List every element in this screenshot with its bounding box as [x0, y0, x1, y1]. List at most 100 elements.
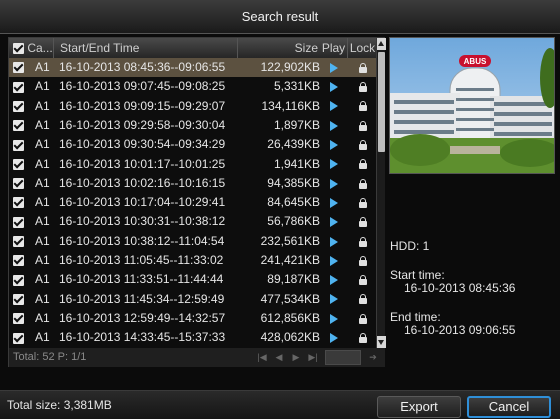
table-header: Ca... Start/End Time Size Play Lock: [9, 38, 377, 58]
row-checkbox-icon[interactable]: [13, 139, 24, 151]
row-size: 122,902KB: [260, 60, 320, 74]
row-camera: A1: [35, 272, 50, 287]
play-icon[interactable]: [330, 217, 338, 228]
header-size[interactable]: Size: [238, 38, 320, 58]
prev-page-icon[interactable]: ◀: [272, 351, 286, 364]
row-checkbox-icon[interactable]: [13, 313, 24, 325]
row-size: 477,534KB: [260, 291, 320, 306]
lock-icon[interactable]: [358, 275, 367, 286]
scroll-up-icon[interactable]: [377, 38, 386, 50]
row-checkbox-icon[interactable]: [13, 197, 24, 209]
play-icon[interactable]: [330, 62, 338, 73]
lock-icon[interactable]: [358, 236, 367, 247]
lock-icon[interactable]: [358, 101, 367, 112]
scroll-down-icon[interactable]: [377, 336, 386, 348]
play-icon[interactable]: [330, 120, 338, 131]
row-checkbox-icon[interactable]: [13, 81, 24, 93]
play-icon[interactable]: [330, 294, 338, 305]
play-icon[interactable]: [330, 178, 338, 189]
row-size: 241,421KB: [260, 253, 320, 267]
start-time-label: Start time:: [390, 268, 445, 282]
search-result-table: Ca... Start/End Time Size Play Lock A1 16…: [8, 37, 386, 367]
row-camera: A1: [35, 195, 50, 210]
table-row[interactable]: A1 16-10-2013 09:09:15--09:29:07 134,116KB: [9, 97, 377, 116]
first-page-icon[interactable]: |◀: [255, 351, 269, 364]
table-row[interactable]: A1 16-10-2013 09:30:54--09:34:29 26,439KB: [9, 135, 377, 154]
row-camera: A1: [35, 233, 50, 248]
row-checkbox-icon[interactable]: [13, 255, 24, 267]
table-row[interactable]: A1 16-10-2013 12:59:49--14:32:57 612,856KB: [9, 309, 377, 328]
page-number-input[interactable]: [325, 350, 361, 365]
lock-icon[interactable]: [358, 120, 367, 131]
lock-icon[interactable]: [358, 140, 367, 151]
row-time: 16-10-2013 10:02:16--10:16:15: [59, 175, 226, 190]
lock-icon[interactable]: [358, 313, 367, 324]
play-icon[interactable]: [330, 313, 338, 324]
row-checkbox-icon[interactable]: [13, 236, 24, 248]
bottom-bar: Total size: 3,381MB Export Cancel: [0, 390, 560, 419]
table-row[interactable]: A1 16-10-2013 11:05:45--11:33:02 241,421KB: [9, 251, 377, 270]
table-row[interactable]: A1 16-10-2013 14:33:45--15:37:33 428,062KB: [9, 328, 377, 347]
play-icon[interactable]: [330, 140, 338, 151]
play-icon[interactable]: [330, 275, 338, 286]
header-camera[interactable]: Ca...: [9, 38, 54, 58]
row-camera: A1: [35, 291, 50, 306]
lock-icon[interactable]: [358, 178, 367, 189]
table-scrollbar[interactable]: [376, 38, 386, 348]
row-checkbox-icon[interactable]: [13, 274, 24, 286]
table-row[interactable]: A1 16-10-2013 10:17:04--10:29:41 84,645KB: [9, 193, 377, 212]
export-button[interactable]: Export: [377, 396, 461, 418]
select-all-checkbox-icon[interactable]: [13, 43, 24, 55]
table-row[interactable]: A1 16-10-2013 09:29:58--09:30:04 1,897KB: [9, 116, 377, 135]
lock-icon[interactable]: [358, 217, 367, 228]
row-size: 84,645KB: [267, 195, 320, 210]
play-icon[interactable]: [330, 159, 338, 170]
row-checkbox-icon[interactable]: [13, 100, 24, 112]
table-row[interactable]: A1 16-10-2013 11:45:34--12:59:49 477,534KB: [9, 290, 377, 309]
table-row[interactable]: A1 16-10-2013 10:01:17--10:01:25 1,941KB: [9, 155, 377, 174]
row-checkbox-icon[interactable]: [13, 178, 24, 190]
lock-icon[interactable]: [358, 62, 367, 73]
lock-icon[interactable]: [358, 159, 367, 170]
play-icon[interactable]: [330, 333, 338, 344]
row-size: 94,385KB: [267, 175, 320, 190]
next-page-icon[interactable]: ▶: [289, 351, 303, 364]
row-time: 16-10-2013 12:59:49--14:32:57: [59, 310, 226, 325]
lock-icon[interactable]: [358, 197, 367, 208]
play-icon[interactable]: [330, 255, 338, 266]
last-page-icon[interactable]: ▶|: [306, 351, 320, 364]
row-checkbox-icon[interactable]: [13, 293, 24, 305]
lock-icon[interactable]: [358, 333, 367, 344]
row-camera: A1: [35, 253, 50, 267]
row-checkbox-icon[interactable]: [13, 120, 24, 132]
row-checkbox-icon[interactable]: [13, 332, 24, 344]
go-page-icon[interactable]: ➔: [365, 351, 381, 364]
table-row[interactable]: A1 16-10-2013 11:33:51--11:44:44 89,187KB: [9, 270, 377, 289]
play-icon[interactable]: [330, 197, 338, 208]
row-checkbox-icon[interactable]: [13, 158, 24, 170]
row-size: 1,941KB: [273, 156, 320, 171]
play-icon[interactable]: [330, 236, 338, 247]
row-checkbox-icon[interactable]: [13, 216, 24, 228]
row-time: 16-10-2013 10:01:17--10:01:25: [59, 156, 226, 171]
play-icon[interactable]: [330, 82, 338, 93]
scroll-thumb[interactable]: [378, 52, 385, 152]
play-icon[interactable]: [330, 101, 338, 112]
row-size: 56,786KB: [267, 214, 320, 229]
table-row[interactable]: A1 16-10-2013 09:07:45--09:08:25 5,331KB: [9, 77, 377, 96]
lock-icon[interactable]: [358, 294, 367, 305]
end-time-label: End time:: [390, 310, 441, 324]
lock-icon[interactable]: [358, 82, 367, 93]
cancel-button[interactable]: Cancel: [467, 396, 551, 418]
row-size: 134,116KB: [261, 98, 321, 113]
table-row[interactable]: A1 16-10-2013 10:02:16--10:16:15 94,385KB: [9, 174, 377, 193]
table-row[interactable]: A1 16-10-2013 08:45:36--09:06:55 122,902KB: [9, 58, 377, 77]
table-row[interactable]: A1 16-10-2013 10:38:12--11:04:54 232,561KB: [9, 232, 377, 251]
hdd-info: HDD: 1: [390, 239, 430, 253]
lock-icon[interactable]: [358, 255, 367, 266]
table-row[interactable]: A1 16-10-2013 10:30:31--10:38:12 56,786KB: [9, 212, 377, 231]
row-camera: A1: [35, 117, 50, 132]
row-checkbox-icon[interactable]: [13, 62, 24, 74]
header-time[interactable]: Start/End Time: [54, 38, 238, 58]
row-time: 16-10-2013 09:09:15--09:29:07: [59, 98, 226, 113]
